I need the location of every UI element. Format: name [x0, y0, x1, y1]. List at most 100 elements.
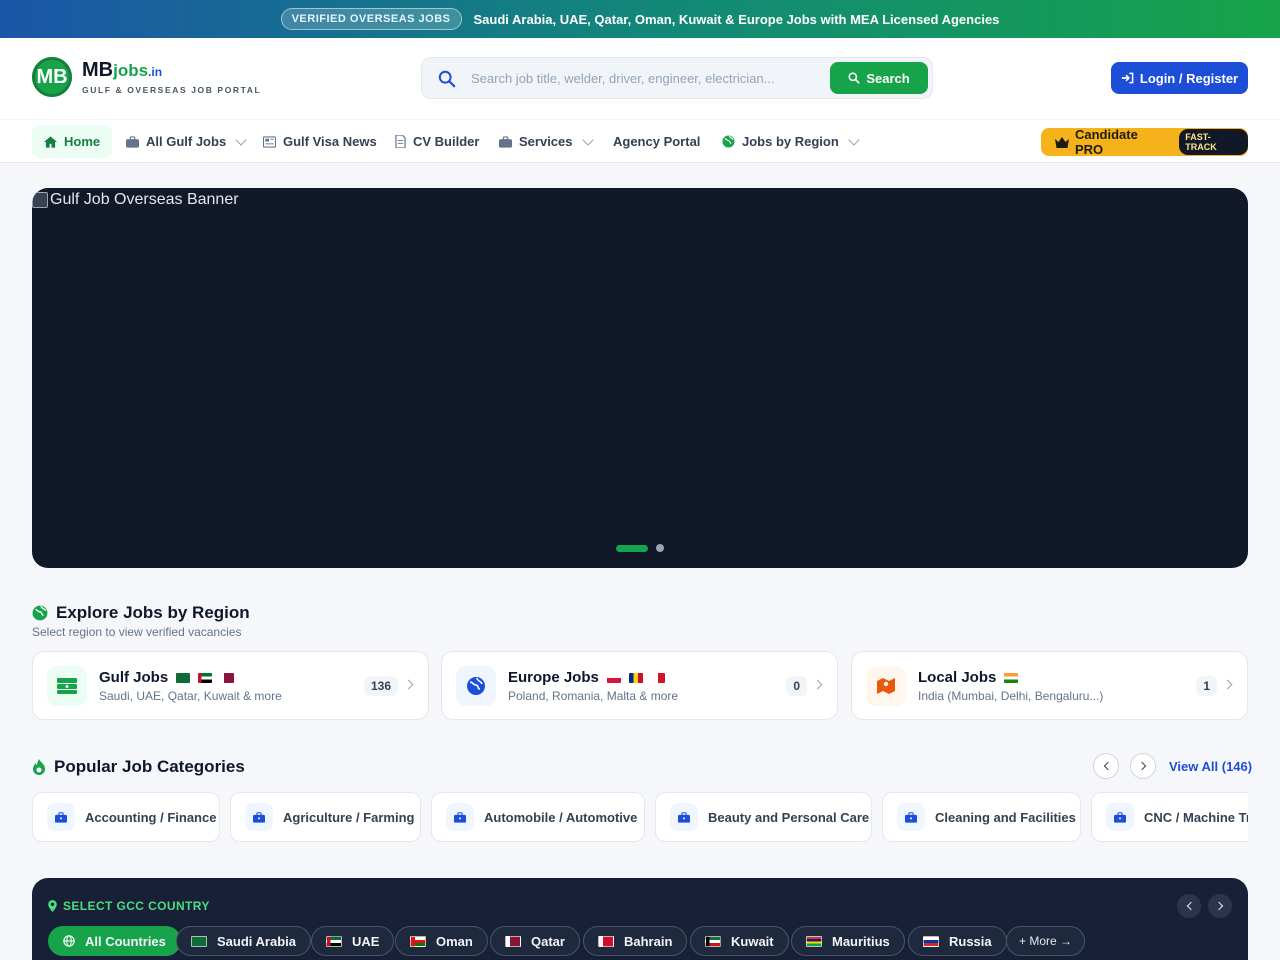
country-chip-mauritius[interactable]: Mauritius — [791, 926, 905, 956]
region-card-europe[interactable]: Europe Jobs Poland, Romania, Malta & mor… — [441, 651, 838, 720]
category-card[interactable]: Cleaning and Facilities — [882, 792, 1081, 842]
carousel-dot-active[interactable] — [616, 544, 648, 552]
search-input[interactable]: Search job title, welder, driver, engine… — [471, 71, 775, 86]
qatar-flag-icon — [505, 935, 521, 947]
region-title: Europe Jobs — [508, 669, 599, 686]
briefcase-icon — [499, 135, 512, 148]
briefcase-icon — [245, 803, 273, 831]
region-subtitle: Poland, Romania, Malta & more — [508, 689, 679, 703]
region-subtitle: India (Mumbai, Delhi, Bengaluru...) — [918, 689, 1104, 703]
newspaper-icon — [263, 135, 276, 148]
region-section-subtitle: Select region to view verified vacancies — [32, 625, 242, 639]
announcement-text[interactable]: Saudi Arabia, UAE, Qatar, Oman, Kuwait &… — [474, 12, 1000, 27]
announcement-bar: VERIFIED OVERSEAS JOBS Saudi Arabia, UAE… — [0, 0, 1280, 38]
globe-europe-icon — [456, 666, 496, 706]
region-card-local[interactable]: Local Jobs India (Mumbai, Delhi, Bengalu… — [851, 651, 1248, 720]
location-pin-icon — [48, 900, 57, 912]
chevron-down-icon — [848, 133, 860, 146]
category-card[interactable]: CNC / Machine Training — [1091, 792, 1248, 842]
candidate-pro-button[interactable]: Candidate PRO FAST-TRACK — [1041, 127, 1248, 157]
nav-cv-builder[interactable]: CV Builder — [395, 125, 479, 158]
chevron-left-icon — [1103, 761, 1112, 771]
crown-icon — [1055, 136, 1069, 148]
country-chip-kuwait[interactable]: Kuwait — [690, 926, 789, 956]
chevron-right-icon — [403, 679, 414, 690]
region-card-gulf[interactable]: Gulf Jobs Saudi, UAE, Qatar, Kuwait & mo… — [32, 651, 429, 720]
search-button[interactable]: Search — [830, 62, 928, 94]
carousel-indicators — [616, 544, 664, 552]
money-stack-icon — [47, 666, 87, 706]
hero-banner[interactable]: Gulf Job Overseas Banner — [32, 188, 1248, 568]
category-card[interactable]: Automobile / Automotive — [431, 792, 645, 842]
chevron-down-icon — [581, 133, 594, 146]
saudi-flag-icon — [191, 935, 207, 947]
gcc-prev-button[interactable] — [1177, 894, 1201, 918]
russia-flag-icon — [923, 935, 939, 947]
briefcase-icon — [670, 803, 698, 831]
country-chip-all[interactable]: All Countries — [48, 926, 181, 956]
nav-services[interactable]: Services — [499, 125, 594, 158]
broken-image-icon — [32, 192, 48, 208]
carousel-dot[interactable] — [656, 544, 664, 552]
country-chip-uae[interactable]: UAE — [311, 926, 395, 956]
nav-home[interactable]: Home — [32, 125, 113, 158]
poland-flag-icon — [606, 672, 621, 683]
chevron-left-icon — [1186, 901, 1195, 911]
chevron-right-icon — [1137, 761, 1146, 771]
country-chip-qatar[interactable]: Qatar — [490, 926, 580, 956]
category-card[interactable]: Accounting / Finance — [32, 792, 220, 842]
saudi-flag-icon — [176, 672, 191, 683]
chevron-down-icon — [235, 133, 247, 146]
nav-all-gulf-jobs[interactable]: All Gulf Jobs — [126, 125, 247, 158]
more-countries-button[interactable]: + More → — [1006, 926, 1086, 956]
gcc-next-button[interactable] — [1208, 894, 1232, 918]
job-count-badge: 0 — [786, 676, 807, 696]
briefcase-icon — [47, 803, 75, 831]
globe-icon — [32, 605, 48, 621]
verified-badge: VERIFIED OVERSEAS JOBS — [280, 8, 462, 30]
site-logo[interactable]: MB MBjobs.in GULF & OVERSEAS JOB PORTAL — [32, 57, 261, 97]
logo-mark: MB — [32, 57, 72, 97]
site-header: MB MBjobs.in GULF & OVERSEAS JOB PORTAL … — [0, 38, 1280, 119]
job-count-badge: 136 — [363, 676, 398, 696]
home-icon — [44, 135, 57, 148]
nav-gulf-visa-news[interactable]: Gulf Visa News — [263, 125, 377, 158]
banner-image-alt: Gulf Job Overseas Banner — [32, 191, 239, 209]
brand-name: MBjobs.in — [82, 58, 163, 81]
category-card[interactable]: Agriculture / Farming — [230, 792, 421, 842]
country-chip-russia[interactable]: Russia — [908, 926, 1007, 956]
qatar-flag-icon — [220, 672, 235, 683]
globe-icon — [63, 935, 75, 947]
romania-flag-icon — [628, 672, 643, 683]
region-subtitle: Saudi, UAE, Qatar, Kuwait & more — [99, 689, 282, 703]
fast-track-badge: FAST-TRACK — [1179, 129, 1248, 155]
search-bar: Search job title, welder, driver, engine… — [421, 57, 933, 99]
categories-prev-button[interactable] — [1093, 753, 1119, 779]
categories-next-button[interactable] — [1130, 753, 1156, 779]
country-chip-oman[interactable]: Oman — [395, 926, 488, 956]
category-card[interactable]: Beauty and Personal Care — [655, 792, 872, 842]
login-register-button[interactable]: Login / Register — [1111, 62, 1248, 94]
chevron-right-icon — [812, 679, 823, 690]
mauritius-flag-icon — [806, 935, 822, 947]
view-all-categories-link[interactable]: View All (146) — [1169, 759, 1252, 774]
chevron-right-icon — [1214, 901, 1223, 911]
categories-section-title: Popular Job Categories — [32, 757, 245, 777]
briefcase-icon — [446, 803, 474, 831]
gcc-country-selector: SELECT GCC COUNTRY All Countries Saudi A… — [32, 878, 1248, 960]
globe-icon — [722, 135, 735, 148]
oman-flag-icon — [410, 935, 426, 947]
category-carousel: Accounting / Finance Agriculture / Farmi… — [32, 792, 1248, 842]
nav-jobs-by-region[interactable]: Jobs by Region — [722, 125, 860, 158]
country-chip-saudi[interactable]: Saudi Arabia — [176, 926, 311, 956]
fire-icon — [33, 759, 45, 775]
nav-agency-portal[interactable]: Agency Portal — [613, 125, 700, 158]
country-chip-bahrain[interactable]: Bahrain — [583, 926, 688, 956]
uae-flag-icon — [198, 672, 213, 683]
search-icon — [438, 70, 456, 88]
bahrain-flag-icon — [598, 935, 614, 947]
search-icon — [848, 72, 860, 84]
uae-flag-icon — [326, 935, 342, 947]
main-nav: Home All Gulf Jobs Gulf Visa News CV Bui… — [0, 119, 1280, 163]
briefcase-icon — [1106, 803, 1134, 831]
